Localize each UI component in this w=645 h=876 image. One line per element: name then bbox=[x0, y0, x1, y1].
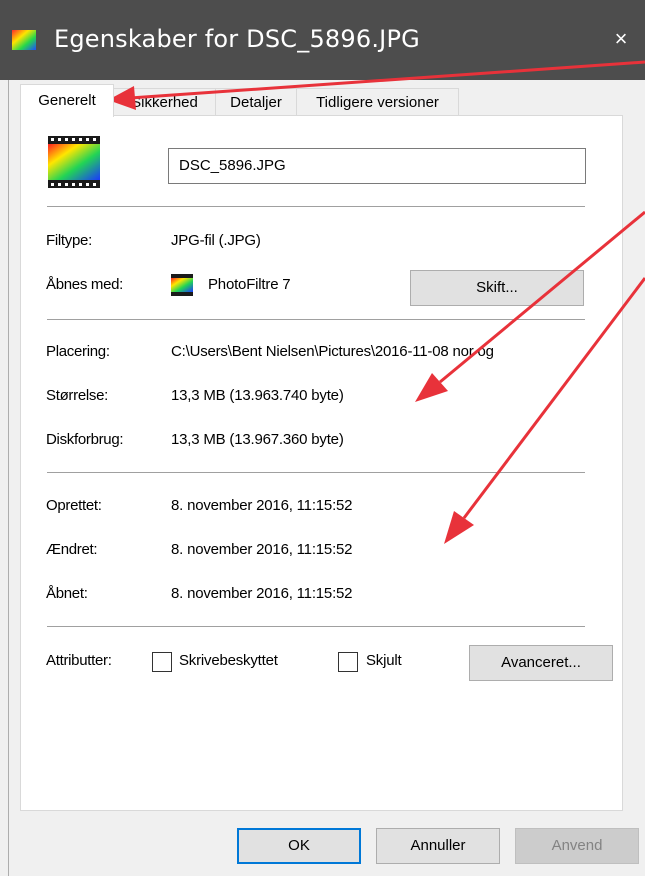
hidden-checkbox[interactable] bbox=[338, 652, 358, 672]
opens-with-value: PhotoFiltre 7 bbox=[208, 276, 291, 293]
readonly-checkbox[interactable] bbox=[152, 652, 172, 672]
location-label: Placering: bbox=[46, 343, 110, 360]
tab-general[interactable]: Generelt bbox=[20, 84, 114, 117]
close-button[interactable]: × bbox=[597, 14, 645, 64]
separator bbox=[47, 206, 585, 207]
separator bbox=[47, 626, 585, 627]
size-label: Størrelse: bbox=[46, 387, 109, 404]
accessed-value: 8. november 2016, 11:15:52 bbox=[171, 585, 353, 602]
image-file-icon bbox=[48, 136, 100, 188]
window-title: Egenskaber for DSC_5896.JPG bbox=[54, 25, 420, 53]
created-value: 8. november 2016, 11:15:52 bbox=[171, 497, 353, 514]
advanced-button[interactable]: Avanceret... bbox=[469, 645, 613, 681]
ok-button[interactable]: OK bbox=[237, 828, 361, 864]
apply-button[interactable]: Anvend bbox=[515, 828, 639, 864]
modified-label: Ændret: bbox=[46, 541, 98, 558]
image-file-icon bbox=[12, 30, 36, 50]
location-value: C:\Users\Bent Nielsen\Pictures\2016-11-0… bbox=[171, 343, 494, 360]
separator bbox=[47, 472, 585, 473]
size-value: 13,3 MB (13.963.740 byte) bbox=[171, 387, 344, 404]
filename-field[interactable]: DSC_5896.JPG bbox=[168, 148, 586, 184]
hidden-label: Skjult bbox=[366, 652, 402, 669]
title-bar: Egenskaber for DSC_5896.JPG × bbox=[0, 0, 645, 80]
window-border bbox=[8, 80, 9, 876]
accessed-label: Åbnet: bbox=[46, 585, 88, 602]
photofiltre-icon bbox=[171, 274, 193, 296]
filetype-value: JPG-fil (.JPG) bbox=[171, 232, 261, 249]
filetype-label: Filtype: bbox=[46, 232, 92, 249]
modified-value: 8. november 2016, 11:15:52 bbox=[171, 541, 353, 558]
readonly-label: Skrivebeskyttet bbox=[179, 652, 278, 669]
tab-label: Generelt bbox=[38, 92, 96, 109]
opens-with-label: Åbnes med: bbox=[46, 276, 124, 293]
tab-label: Detaljer bbox=[230, 94, 282, 111]
created-label: Oprettet: bbox=[46, 497, 102, 514]
tab-details[interactable]: Detaljer bbox=[215, 88, 297, 116]
disk-usage-value: 13,3 MB (13.967.360 byte) bbox=[171, 431, 344, 448]
change-button[interactable]: Skift... bbox=[410, 270, 584, 306]
tab-previous-versions[interactable]: Tidligere versioner bbox=[296, 88, 459, 116]
disk-usage-label: Diskforbrug: bbox=[46, 431, 124, 448]
tab-security[interactable]: Sikkerhed bbox=[113, 88, 216, 116]
tab-label: Tidligere versioner bbox=[316, 94, 439, 111]
attributes-label: Attributter: bbox=[46, 652, 112, 669]
tab-strip: Generelt Sikkerhed Detaljer Tidligere ve… bbox=[20, 84, 620, 117]
tab-label: Sikkerhed bbox=[131, 94, 198, 111]
general-panel: DSC_5896.JPG Filtype: JPG-fil (.JPG) Åbn… bbox=[20, 115, 623, 811]
cancel-button[interactable]: Annuller bbox=[376, 828, 500, 864]
separator bbox=[47, 319, 585, 320]
